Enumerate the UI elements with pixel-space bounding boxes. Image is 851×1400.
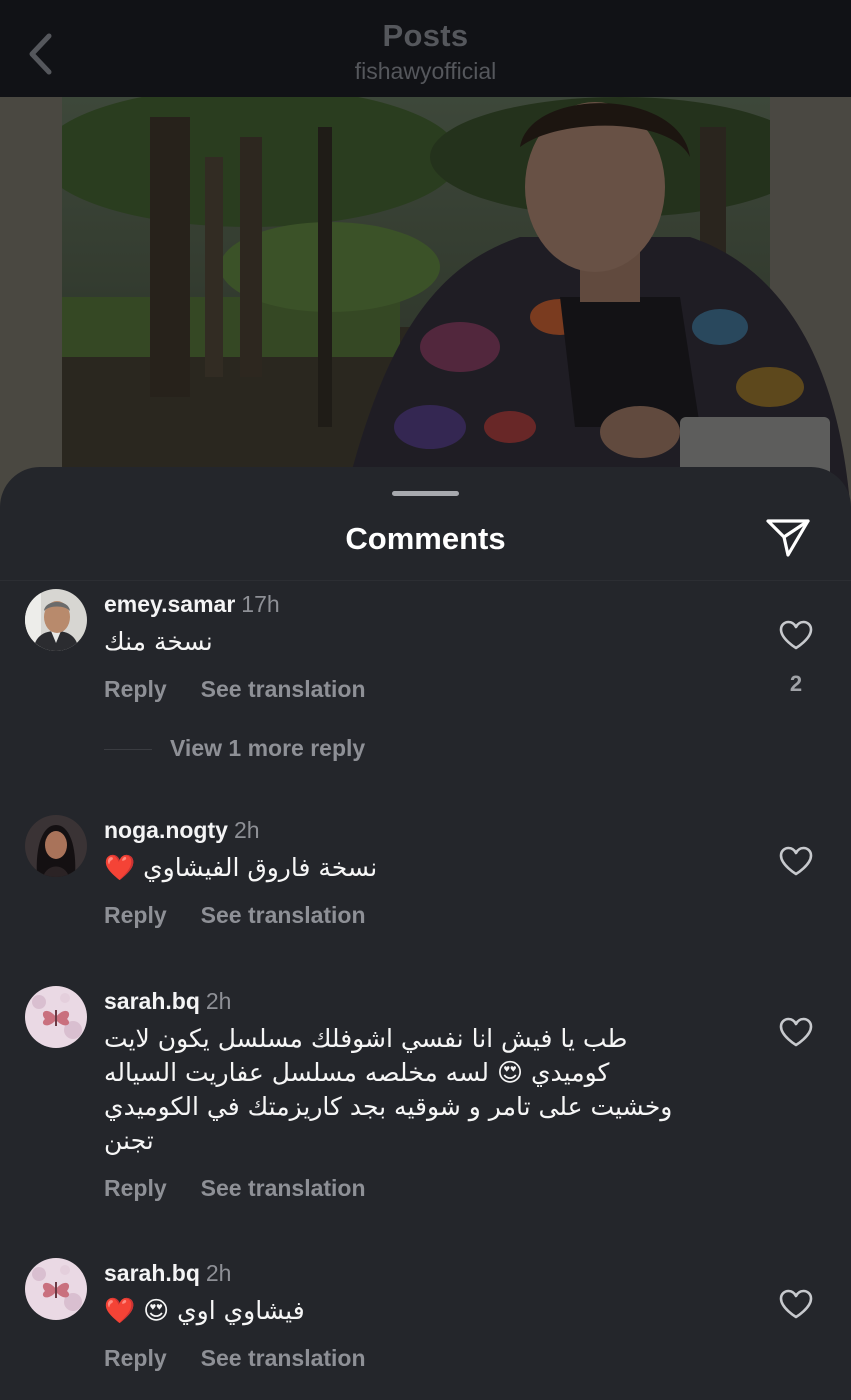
heart-outline-icon bbox=[779, 1017, 813, 1047]
like-button[interactable] bbox=[776, 616, 816, 654]
comment-timestamp: 17h bbox=[241, 591, 280, 617]
post-photo bbox=[0, 97, 851, 517]
comment-timestamp: 2h bbox=[205, 988, 232, 1014]
divider bbox=[0, 580, 851, 581]
reply-button[interactable]: Reply bbox=[104, 1345, 167, 1371]
avatar[interactable] bbox=[25, 986, 87, 1048]
like-button[interactable] bbox=[776, 842, 816, 880]
sheet-grabber-handle[interactable] bbox=[392, 491, 459, 496]
heart-outline-icon bbox=[779, 846, 813, 876]
reply-button[interactable]: Reply bbox=[104, 676, 167, 702]
replies-line bbox=[104, 749, 152, 751]
avatar[interactable] bbox=[25, 589, 87, 651]
page-title: Posts bbox=[382, 18, 469, 53]
see-translation-button[interactable]: See translation bbox=[201, 1345, 366, 1371]
comment-username[interactable]: emey.samar bbox=[104, 591, 235, 617]
comment-text: فيشاوي اوي 😍 ❤️ bbox=[104, 1296, 305, 1325]
comment-text-line: وخشيت على تامر و شوقيه بجد كاريزمتك في ا… bbox=[104, 1092, 673, 1121]
comment-text-line: تجنن bbox=[104, 1126, 154, 1155]
top-nav-bar: Posts fishawyofficial bbox=[0, 0, 851, 97]
view-more-replies-label: View 1 more reply bbox=[170, 735, 366, 761]
account-username[interactable]: fishawyofficial bbox=[0, 58, 851, 85]
avatar[interactable] bbox=[25, 1258, 87, 1320]
comment-text: نسخة منك bbox=[104, 627, 213, 656]
see-translation-button[interactable]: See translation bbox=[201, 902, 366, 928]
comment-username[interactable]: sarah.bq bbox=[104, 988, 200, 1014]
comment-text-line: كوميدي 😍 لسه مخلصه مسلسل عفاريت السياله bbox=[104, 1058, 610, 1087]
see-translation-button[interactable]: See translation bbox=[201, 676, 366, 702]
sheet-title: Comments bbox=[345, 521, 506, 556]
like-count: 2 bbox=[789, 671, 803, 696]
avatar[interactable] bbox=[25, 815, 87, 877]
heart-outline-icon bbox=[779, 1289, 813, 1319]
like-button[interactable] bbox=[776, 1013, 816, 1051]
view-more-replies-button[interactable]: View 1 more reply bbox=[104, 735, 365, 762]
comment-username[interactable]: noga.nogty bbox=[104, 817, 228, 843]
share-button[interactable] bbox=[764, 515, 812, 559]
comment-username[interactable]: sarah.bq bbox=[104, 1260, 200, 1286]
comment-text-line: طب يا فيش انا نفسي اشوفلك مسلسل يكون لاي… bbox=[104, 1024, 628, 1053]
comment-timestamp: 2h bbox=[233, 817, 260, 843]
comment-text: نسخة فاروق الفيشاوي ❤️ bbox=[104, 853, 378, 882]
reply-button[interactable]: Reply bbox=[104, 902, 167, 928]
like-button[interactable] bbox=[776, 1285, 816, 1323]
see-translation-button[interactable]: See translation bbox=[201, 1175, 366, 1201]
comment-timestamp: 2h bbox=[205, 1260, 232, 1286]
paper-plane-icon bbox=[766, 519, 810, 557]
heart-outline-icon bbox=[779, 620, 813, 650]
reply-button[interactable]: Reply bbox=[104, 1175, 167, 1201]
